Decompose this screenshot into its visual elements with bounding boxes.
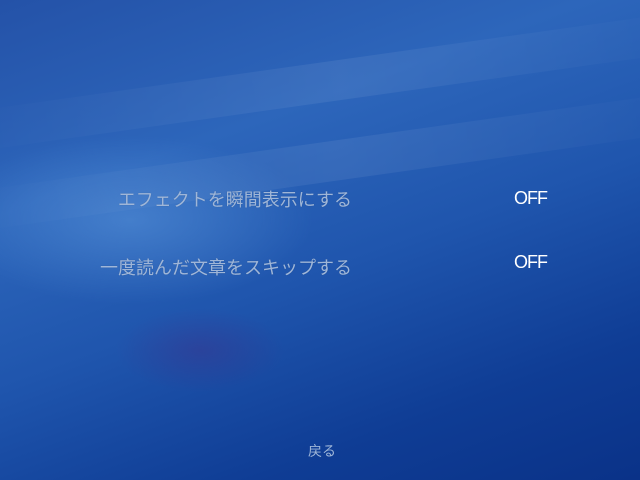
option-instant-effect-value[interactable]: OFF <box>514 188 548 209</box>
option-skip-read-text-label[interactable]: 一度読んだ文章をスキップする <box>100 254 352 280</box>
option-instant-effect-label[interactable]: エフェクトを瞬間表示にする <box>118 186 352 212</box>
back-button[interactable]: 戻る <box>308 441 336 461</box>
option-skip-read-text-value[interactable]: OFF <box>514 252 548 273</box>
